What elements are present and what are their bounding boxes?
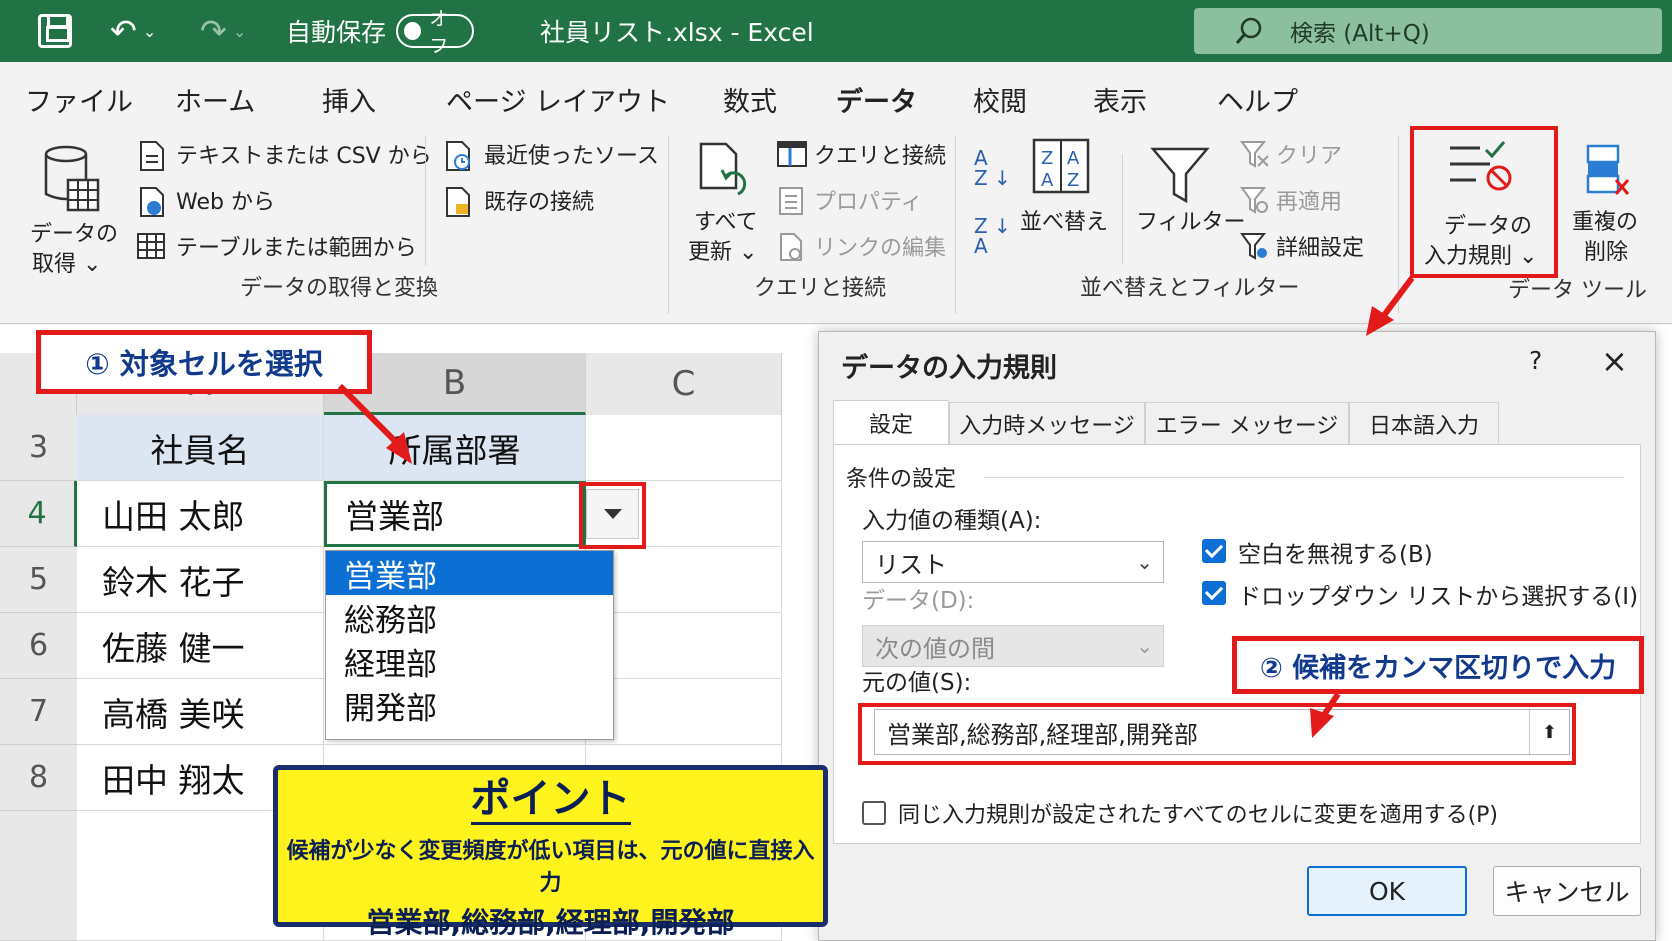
point-example: 営業部,総務部,経理部,開発部: [366, 906, 735, 939]
annotation-arrows: [337, 276, 1415, 738]
point-title: ポイント: [470, 776, 631, 825]
arrow-tools-line: [1379, 276, 1415, 320]
point-note: ポイント 候補が少なく変更頻度が低い項目は、元の値に直接入力 営業部,総務部,経…: [273, 765, 828, 939]
arrow-step1-line: [337, 383, 403, 449]
arrow-step2-head: [1310, 708, 1334, 738]
point-description: 候補が少なく変更頻度が低い項目は、元の値に直接入力: [286, 839, 815, 896]
